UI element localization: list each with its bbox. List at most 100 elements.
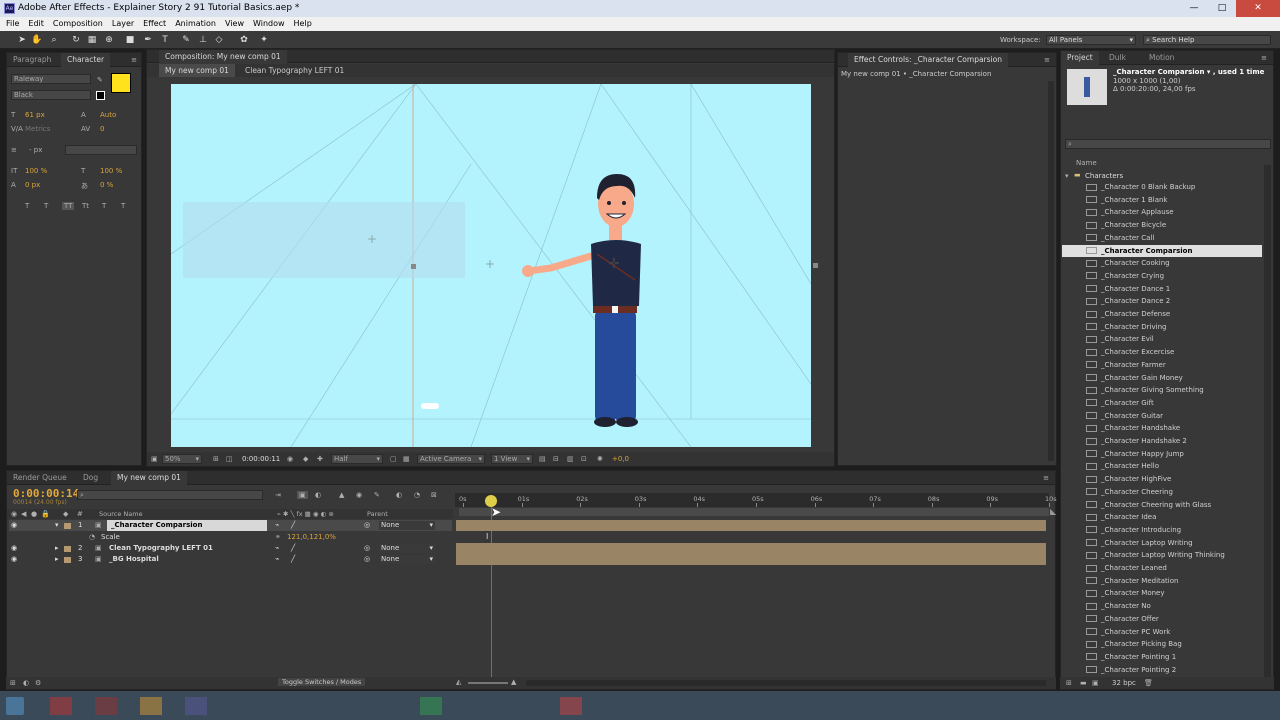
- black-swatch[interactable]: [96, 91, 105, 100]
- tab-project[interactable]: Project: [1061, 51, 1099, 65]
- parent-select[interactable]: None ▾: [379, 555, 435, 564]
- scrollbar[interactable]: [1048, 81, 1054, 461]
- taskbar-app-icon[interactable]: [420, 697, 442, 715]
- panel-menu-icon[interactable]: ≡: [1261, 54, 1267, 62]
- taskbar-app-icon[interactable]: [95, 697, 117, 715]
- layer-name[interactable]: Clean Typography LEFT 01: [109, 543, 213, 554]
- small-caps-button[interactable]: Tt: [82, 202, 89, 210]
- tab-motion[interactable]: Motion: [1143, 51, 1180, 65]
- layer-row[interactable]: ◉ ▾ 1 ▣ _Character Comparsion ⌁ ╱ ◎ None…: [9, 520, 452, 531]
- project-search-input[interactable]: ⌕: [1065, 139, 1271, 149]
- mask-icon[interactable]: ◫: [226, 455, 233, 463]
- grid-icon[interactable]: ⊞: [213, 455, 219, 463]
- brush-tool-icon[interactable]: ✎: [180, 34, 192, 46]
- clone-tool-icon[interactable]: ⊥: [197, 34, 209, 46]
- eyedropper-icon[interactable]: ✎: [97, 76, 103, 84]
- tab-effect-controls[interactable]: Effect Controls: _Character Comparsion: [848, 53, 1008, 67]
- transfer-controls-icon[interactable]: ◐: [23, 679, 29, 687]
- parent-select[interactable]: None ▾: [379, 544, 435, 553]
- pen-tool-icon[interactable]: ✒: [142, 34, 154, 46]
- menu-effect[interactable]: Effect: [143, 17, 166, 31]
- composition-canvas[interactable]: + + ✛: [171, 84, 811, 447]
- tracking-value[interactable]: 0: [100, 125, 104, 133]
- project-list-item[interactable]: _Character Gift: [1062, 397, 1262, 410]
- project-list-item[interactable]: _Character Farmer: [1062, 359, 1262, 372]
- baseline-shift-value[interactable]: 0 px: [25, 181, 40, 189]
- scale-value[interactable]: 121,0,121,0%: [287, 532, 336, 543]
- project-list-item[interactable]: _Character Dance 2: [1062, 295, 1262, 308]
- views-select[interactable]: 1 View ▾: [491, 454, 533, 464]
- roto-brush-tool-icon[interactable]: ✿: [238, 34, 250, 46]
- pickwhip-icon[interactable]: ◎: [364, 543, 370, 554]
- menu-window[interactable]: Window: [253, 17, 285, 31]
- project-list-item[interactable]: _Character Money: [1062, 587, 1262, 600]
- label-color-chip[interactable]: [64, 546, 71, 552]
- project-list-item[interactable]: _Character Laptop Writing Thinking: [1062, 549, 1262, 562]
- layer-switches-icon[interactable]: ⊞: [10, 679, 16, 687]
- breadcrumb-my-new-comp[interactable]: My new comp 01: [159, 64, 235, 77]
- kerning-value[interactable]: Metrics: [25, 125, 50, 133]
- project-list-item[interactable]: _Character Dance 1: [1062, 283, 1262, 296]
- collapse-switch-icon[interactable]: ⌁: [275, 543, 279, 554]
- work-area-end-icon[interactable]: ◣: [1050, 507, 1056, 516]
- tab-dog[interactable]: Dog: [77, 471, 104, 485]
- project-list-item[interactable]: _Character 0 Blank Backup: [1062, 181, 1262, 194]
- in-out-icon[interactable]: ⚙: [35, 679, 41, 687]
- frame-blending-icon[interactable]: ▲: [339, 491, 344, 499]
- transform-handle[interactable]: [411, 264, 416, 269]
- leading-value[interactable]: Auto: [100, 111, 116, 119]
- menu-animation[interactable]: Animation: [175, 17, 216, 31]
- flowchart-icon[interactable]: ⊡: [581, 455, 587, 463]
- maximize-button[interactable]: □: [1208, 0, 1236, 17]
- workspace-select[interactable]: All Panels ▾: [1046, 35, 1136, 45]
- project-list-item[interactable]: _Character Cheering: [1062, 486, 1262, 499]
- expand-twirl-icon[interactable]: ▸: [55, 543, 59, 554]
- taskbar-app-icon[interactable]: [185, 697, 207, 715]
- font-style-select[interactable]: Black: [11, 90, 91, 100]
- font-size-value[interactable]: 61 px: [25, 111, 45, 119]
- search-help-input[interactable]: ⌕ Search Help: [1143, 35, 1271, 45]
- vertical-scale-value[interactable]: 100 %: [25, 167, 47, 175]
- project-list-item[interactable]: _Character HighFive: [1062, 473, 1262, 486]
- menu-layer[interactable]: Layer: [112, 17, 134, 31]
- show-snapshot-icon[interactable]: ◆: [303, 455, 308, 463]
- project-list-item[interactable]: _Character Meditation: [1062, 575, 1262, 588]
- quality-switch-icon[interactable]: ╱: [291, 520, 295, 531]
- timeline-icon[interactable]: ▥: [567, 455, 574, 463]
- exposure-icon[interactable]: ✺: [597, 455, 603, 463]
- faux-italic-button[interactable]: T: [44, 202, 48, 210]
- zoom-slider[interactable]: [468, 682, 508, 684]
- region-of-interest-icon[interactable]: ▢: [390, 455, 397, 463]
- panel-menu-icon[interactable]: ≡: [1043, 474, 1049, 482]
- project-list-item[interactable]: _Character Guitar: [1062, 410, 1262, 423]
- close-button[interactable]: ✕: [1236, 0, 1280, 17]
- trash-icon[interactable]: 🗑: [1144, 679, 1153, 687]
- menu-help[interactable]: Help: [294, 17, 312, 31]
- horizontal-scrollbar[interactable]: [526, 680, 1046, 686]
- collapse-switch-icon[interactable]: ⌁: [275, 554, 279, 565]
- expand-twirl-icon[interactable]: ▸: [55, 554, 59, 565]
- project-list-item[interactable]: _Character Idea: [1062, 511, 1262, 524]
- breadcrumb-clean-typography[interactable]: Clean Typography LEFT 01: [239, 64, 350, 77]
- project-list-item[interactable]: _Character Pointing 1: [1062, 651, 1262, 664]
- project-list-item[interactable]: _Character Cheering with Glass: [1062, 499, 1262, 512]
- faux-bold-button[interactable]: T: [25, 202, 29, 210]
- stroke-width-value[interactable]: - px: [29, 146, 42, 154]
- project-list-item[interactable]: _Character No: [1062, 600, 1262, 613]
- time-ruler[interactable]: 0s 01s 02s 03s 04s 05s 06s 07s 08s 09s 10s: [455, 493, 1057, 507]
- project-list-item[interactable]: _Character Hello: [1062, 460, 1262, 473]
- pickwhip-icon[interactable]: ◎: [364, 520, 370, 531]
- layer-duration-bar[interactable]: [456, 543, 1046, 554]
- toggle-switches-modes-button[interactable]: Toggle Switches / Modes: [278, 678, 366, 686]
- project-list-item[interactable]: _Character Comparsion: [1062, 244, 1262, 258]
- camera-select[interactable]: Active Camera ▾: [417, 454, 485, 464]
- tsume-value[interactable]: 0 %: [100, 181, 113, 189]
- taskbar-app-icon[interactable]: [50, 697, 72, 715]
- collapse-switch-icon[interactable]: ⌁: [275, 520, 279, 531]
- type-tool-icon[interactable]: T: [159, 34, 171, 46]
- project-list-item[interactable]: _Character Happy Jump: [1062, 448, 1262, 461]
- project-list-item[interactable]: _Character Bicycle: [1062, 219, 1262, 232]
- project-list-item[interactable]: _Character Gain Money: [1062, 372, 1262, 385]
- rotate-tool-icon[interactable]: ↻: [70, 34, 82, 46]
- layer-duration-bar[interactable]: [456, 520, 1046, 531]
